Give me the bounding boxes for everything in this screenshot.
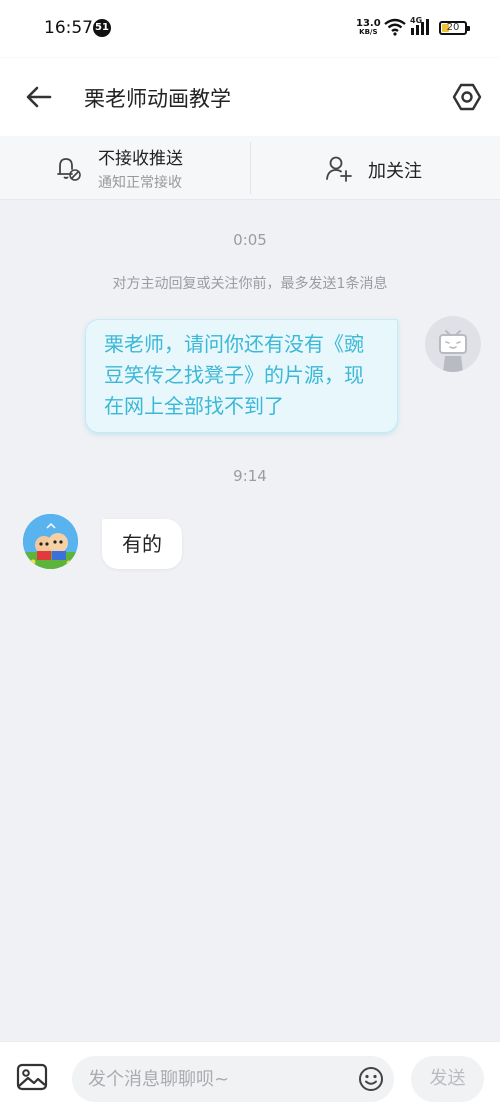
received-message-bubble[interactable]: 有的 (102, 519, 182, 569)
signal-label: 4G (410, 16, 423, 25)
sent-message-bubble[interactable]: 栗老师，请问你还有没有《豌豆笑传之找凳子》的片源，现在网上全部找不到了 (85, 319, 398, 433)
send-button[interactable]: 发送 (411, 1056, 484, 1102)
sender-avatar[interactable] (23, 514, 78, 569)
notification-count-badge: 51 (93, 19, 111, 37)
message-timestamp: 0:05 (233, 231, 267, 249)
add-user-icon (326, 156, 352, 182)
message-input[interactable] (88, 1056, 348, 1102)
push-setting-subtitle: 通知正常接收 (98, 175, 182, 191)
status-time: 16:57 (44, 18, 93, 38)
image-button[interactable] (16, 1062, 48, 1096)
network-speed-value: 13.0 (356, 18, 381, 29)
emoji-icon (359, 1067, 383, 1091)
action-bar: 不接收推送 通知正常接收 加关注 (0, 136, 500, 200)
cellular-signal-icon: 4G (410, 16, 434, 40)
back-button[interactable] (22, 80, 56, 114)
message-input-box[interactable] (72, 1056, 394, 1102)
cartoon-avatar-image (23, 514, 78, 569)
battery-icon: 20 (439, 21, 470, 35)
message-composer: 发送 (0, 1041, 500, 1114)
follow-label: 加关注 (368, 161, 422, 182)
wifi-icon (384, 18, 406, 36)
image-icon (16, 1063, 48, 1091)
message-timestamp: 9:14 (233, 467, 267, 485)
chat-header: 栗老师动画教学 (0, 58, 500, 136)
network-speed-unit: KB/S (359, 28, 378, 36)
mute-push-button[interactable]: 不接收推送 通知正常接收 (0, 136, 250, 200)
bell-muted-icon (57, 158, 81, 181)
settings-button[interactable] (450, 80, 484, 114)
bilibili-tv-avatar-icon (439, 330, 467, 372)
push-setting-title: 不接收推送 (98, 149, 183, 169)
status-bar: 16:57 51 13.0 KB/S 4G 20 (0, 0, 500, 58)
settings-hexagon-icon (452, 83, 482, 111)
back-arrow-icon (26, 86, 52, 108)
my-avatar[interactable] (425, 316, 481, 372)
network-speed: 13.0 KB/S (356, 19, 381, 37)
emoji-button[interactable] (358, 1066, 384, 1096)
battery-level: 20 (446, 22, 460, 33)
follow-button[interactable]: 加关注 (251, 136, 500, 200)
page-title: 栗老师动画教学 (84, 87, 231, 111)
messaging-limit-notice: 对方主动回复或关注你前，最多发送1条消息 (112, 276, 388, 292)
